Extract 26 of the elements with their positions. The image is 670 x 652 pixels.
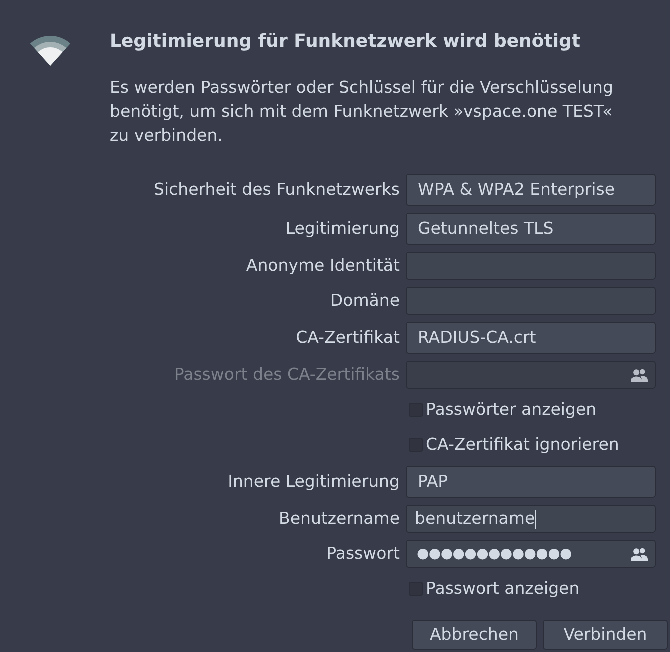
field-label: Passwort des CA-Zertifikats bbox=[174, 365, 400, 385]
password-field[interactable]: ●●●●●●●●●●●●● bbox=[406, 540, 656, 568]
checkbox-label[interactable]: CA-Zertifikat ignorieren bbox=[426, 435, 620, 455]
field-label: Innere Legitimierung bbox=[228, 472, 400, 492]
checkbox-label[interactable]: Passwörter anzeigen bbox=[426, 400, 597, 420]
field-label: Passwort bbox=[326, 544, 400, 564]
dropdown-field[interactable]: Getunneltes TLS bbox=[406, 213, 656, 245]
dropdown-field[interactable]: PAP bbox=[406, 466, 656, 498]
wifi-icon bbox=[30, 36, 71, 66]
text-field[interactable] bbox=[406, 252, 656, 280]
dialog-title: Legitimierung für Funknetzwerk wird benötigt bbox=[110, 30, 582, 54]
checkbox-label[interactable]: Passwort anzeigen bbox=[426, 579, 580, 599]
field-label: Benutzername bbox=[279, 509, 400, 529]
file-field[interactable]: RADIUS-CA.crt bbox=[406, 322, 656, 354]
field-label: CA-Zertifikat bbox=[296, 328, 400, 348]
users-icon[interactable] bbox=[631, 548, 648, 560]
text-field[interactable]: benutzername bbox=[406, 505, 656, 533]
dialog-message: Es werden Passwörter oder Schlüssel für die Verschlüsselung benötigt, um sich mit dem Funknetzwerk »vspace.one TEST« zu verbinden. bbox=[110, 77, 614, 147]
text-field[interactable] bbox=[406, 287, 656, 315]
dialog-button[interactable]: Verbinden bbox=[543, 620, 668, 650]
dialog-button[interactable]: Abbrechen bbox=[412, 620, 537, 650]
field-label: Domäne bbox=[330, 291, 400, 311]
field-label: Legitimierung bbox=[286, 219, 400, 239]
field-label: Anonyme Identität bbox=[246, 256, 400, 276]
field-label: Sicherheit des Funknetzwerks bbox=[154, 180, 400, 200]
dropdown-field[interactable]: WPA & WPA2 Enterprise bbox=[406, 174, 656, 206]
